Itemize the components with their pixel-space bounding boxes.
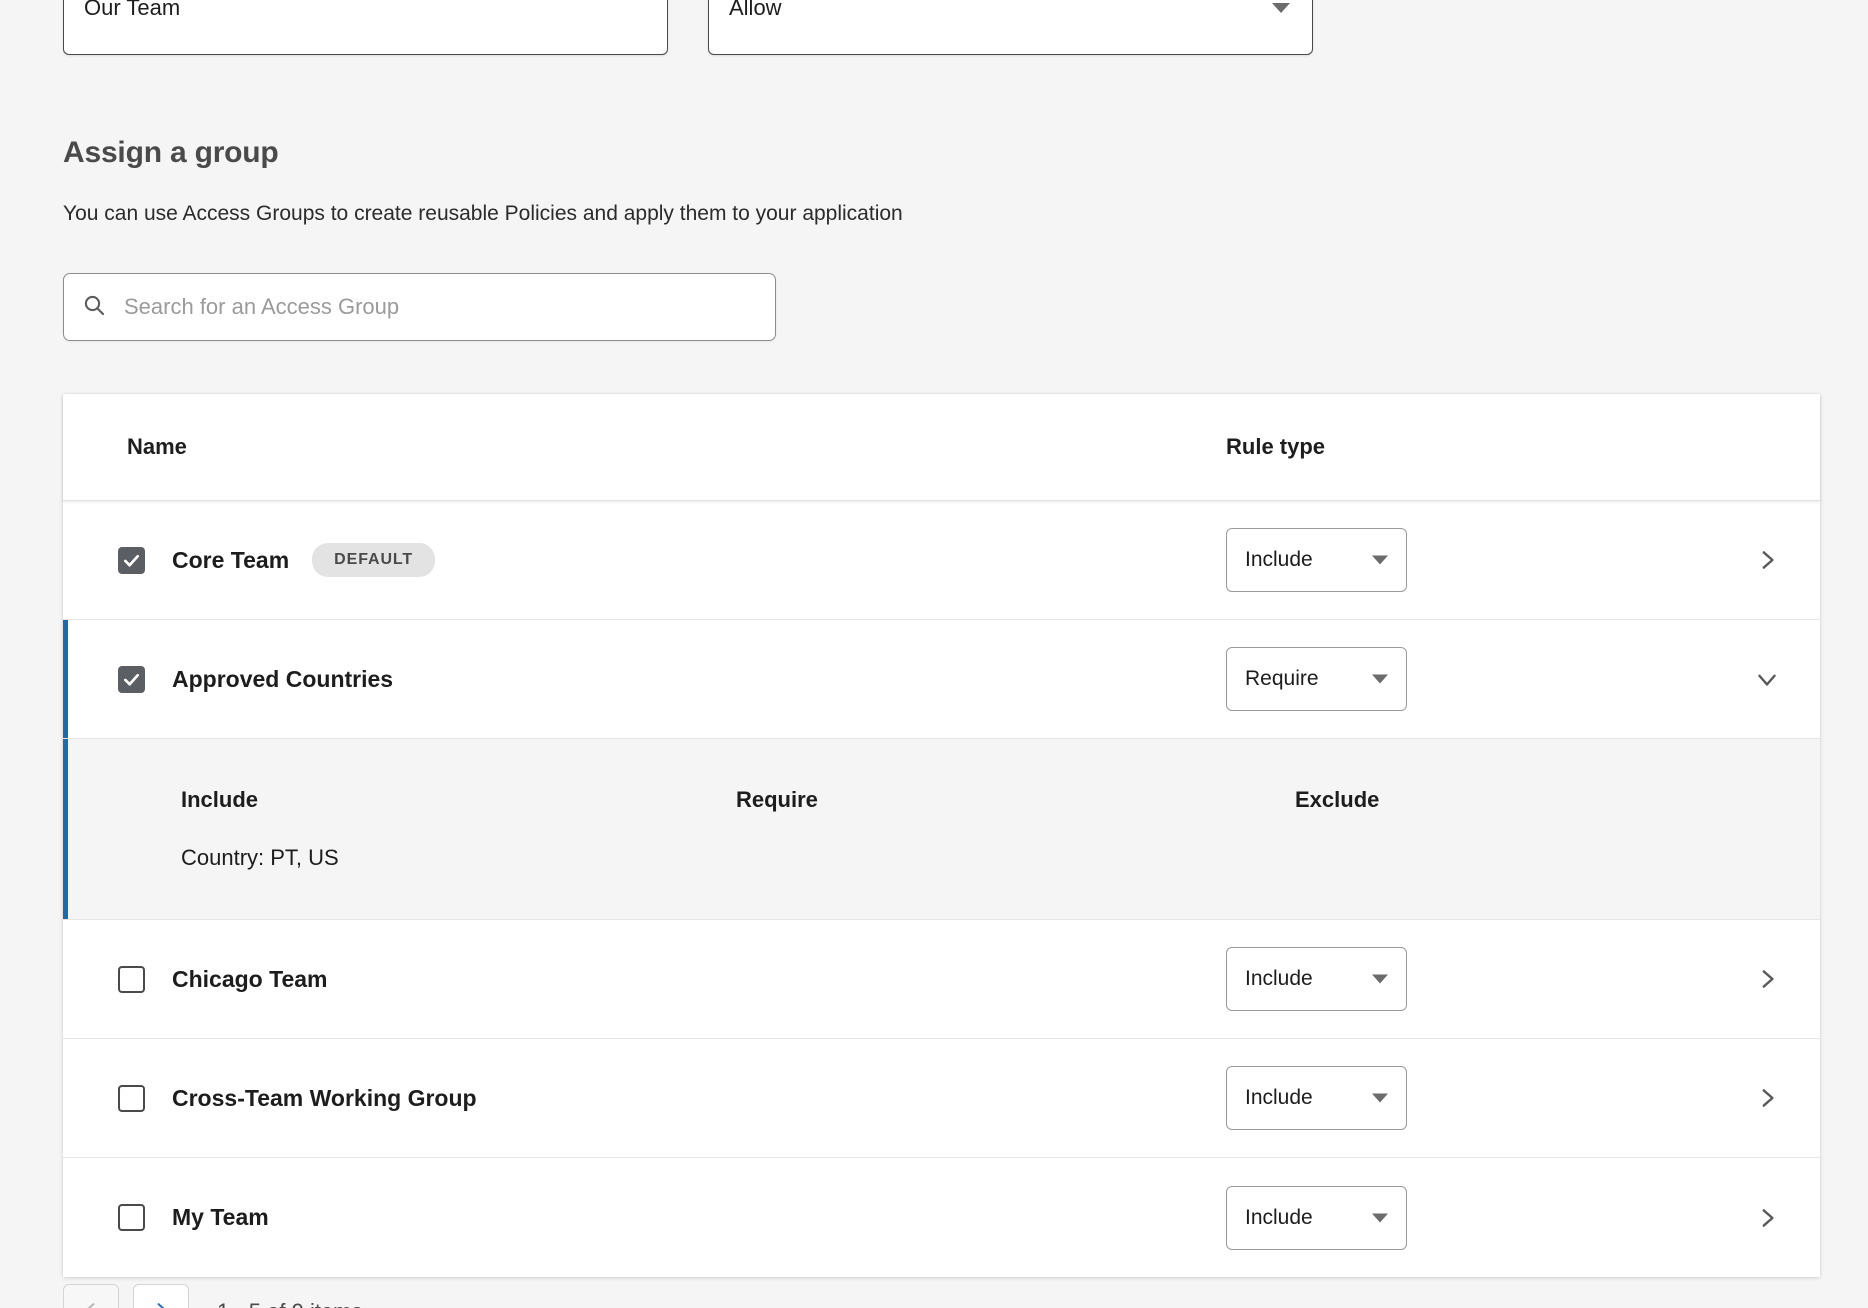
policy-name-value: Our Team [84,0,180,21]
page-description: You can use Access Groups to create reus… [63,202,903,226]
table-row[interactable]: Approved Countries Require [63,620,1820,739]
detail-exclude-label: Exclude [1295,787,1379,813]
row-rule-type-value: Require [1245,667,1319,691]
caret-down-icon [1272,3,1290,13]
caret-down-icon [1372,675,1388,684]
table-row[interactable]: Chicago Team Include [63,920,1820,1039]
policy-action-value: Allow [729,0,782,21]
policy-action-select[interactable]: Allow [708,0,1313,55]
row-rule-type-value: Include [1245,1086,1313,1110]
row-rule-type-value: Include [1245,1206,1313,1230]
row-checkbox[interactable] [118,1085,145,1112]
table-row[interactable]: Cross-Team Working Group Include [63,1039,1820,1158]
chevron-right-icon[interactable] [1754,547,1780,573]
arrow-left-icon [81,1300,101,1308]
arrow-right-icon [151,1300,171,1308]
caret-down-icon [1372,975,1388,984]
row-checkbox[interactable] [118,666,145,693]
chevron-right-icon[interactable] [1754,1205,1780,1231]
row-detail-panel: Include Require Exclude Country: PT, US [63,739,1820,920]
detail-require-label: Require [736,787,818,813]
row-checkbox[interactable] [118,1204,145,1231]
column-header-rule-type: Rule type [1226,434,1325,460]
pagination: 1 - 5 of 9 items [63,1284,363,1308]
row-rule-type-value: Include [1245,548,1313,572]
column-header-name: Name [63,434,187,460]
caret-down-icon [1372,556,1388,565]
search-icon [82,293,106,322]
row-rule-type-select[interactable]: Include [1226,528,1407,592]
table-header: Name Rule type [63,394,1820,501]
row-group-name: My Team [172,1204,269,1231]
row-rule-type-select[interactable]: Require [1226,647,1407,711]
pagination-prev-button[interactable] [63,1284,119,1308]
chevron-right-icon[interactable] [1754,1085,1780,1111]
row-rule-type-select[interactable]: Include [1226,1186,1407,1250]
search-access-group-box[interactable] [63,273,776,341]
row-rule-type-select[interactable]: Include [1226,947,1407,1011]
caret-down-icon [1372,1213,1388,1222]
policy-name-field[interactable]: Our Team [63,0,668,55]
status-badge: DEFAULT [312,543,435,577]
caret-down-icon [1372,1094,1388,1103]
policy-top-fields: Our Team Allow [63,0,1313,55]
row-group-name: Cross-Team Working Group [172,1085,477,1112]
detail-include-value: Country: PT, US [181,845,339,871]
chevron-right-icon[interactable] [1754,966,1780,992]
row-group-name: Approved Countries [172,666,393,693]
row-checkbox[interactable] [118,547,145,574]
access-groups-table: Name Rule type Core Team DEFAULT Include [63,394,1820,1277]
pagination-next-button[interactable] [133,1284,189,1308]
row-rule-type-value: Include [1245,967,1313,991]
page-title: Assign a group [63,136,279,170]
table-row[interactable]: My Team Include [63,1158,1820,1277]
detail-include-label: Include [181,787,258,813]
row-rule-type-select[interactable]: Include [1226,1066,1407,1130]
row-checkbox[interactable] [118,966,145,993]
chevron-down-icon[interactable] [1754,666,1780,692]
row-group-name: Chicago Team [172,966,328,993]
expanded-row-accent [63,620,68,738]
search-input[interactable] [122,274,757,340]
table-row[interactable]: Core Team DEFAULT Include [63,501,1820,620]
assign-group-page: Our Team Allow Assign a group You can us… [0,0,1868,1308]
pagination-summary: 1 - 5 of 9 items [217,1299,363,1308]
row-group-name: Core Team [172,547,289,574]
